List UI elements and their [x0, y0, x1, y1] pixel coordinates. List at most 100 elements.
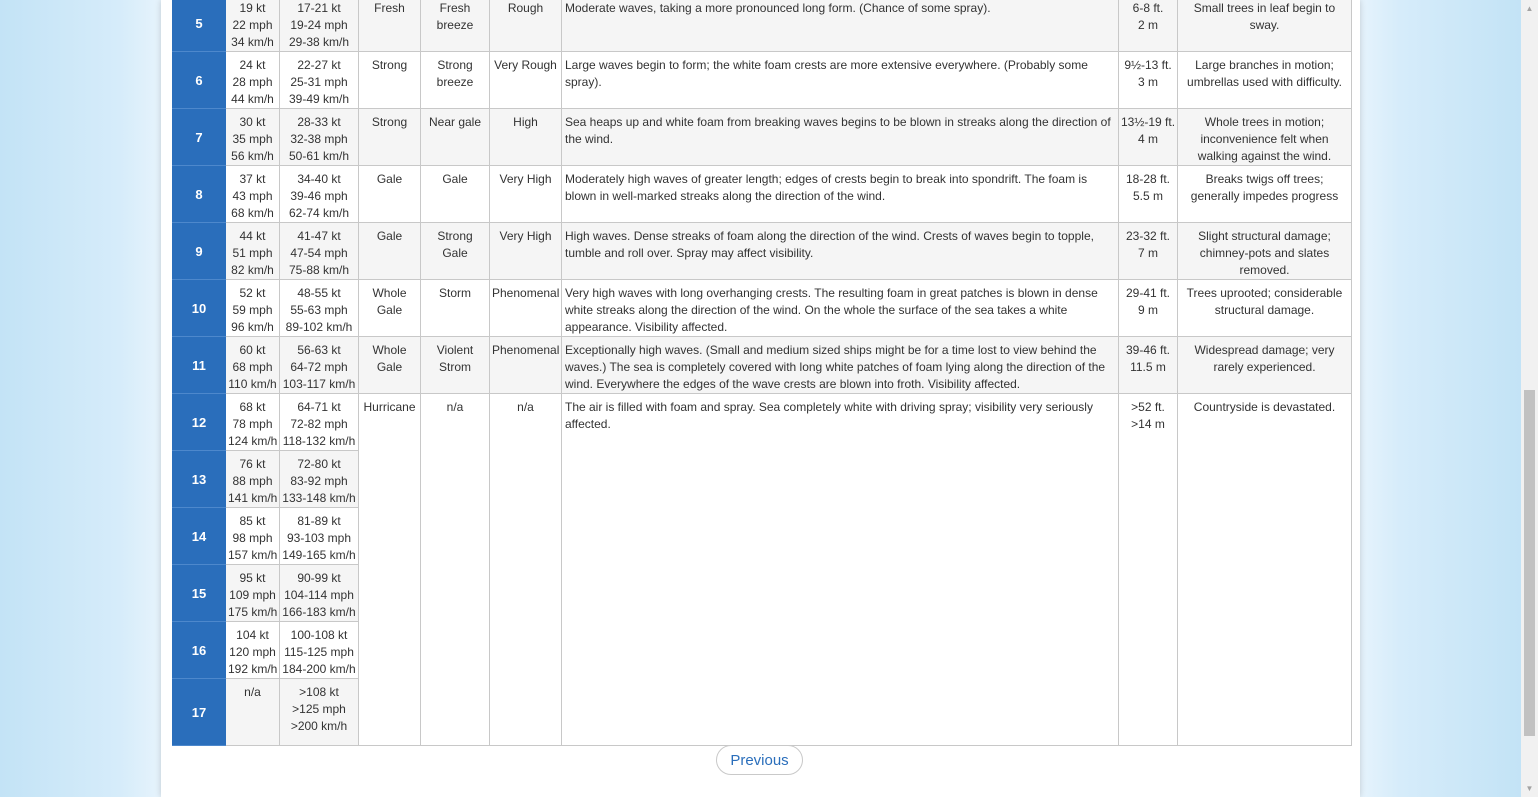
cell-line: 7 m	[1137, 246, 1158, 260]
cell-line: 11.5 m	[1130, 360, 1166, 374]
sea-state-cell: Rough	[489, 0, 562, 52]
cell-line: 81-89 kt	[297, 514, 341, 528]
cell-line: 17-21 kt	[297, 1, 341, 15]
cell-line: 37 kt	[239, 172, 266, 186]
wind-range-cell: 72-80 kt 83-92 mph 133-148 km/h	[279, 450, 359, 508]
cell-line: 43 mph	[232, 189, 273, 203]
cell-line: 93-103 mph	[286, 531, 352, 545]
land-effect-cell: Whole trees in motion; inconvenience fel…	[1177, 108, 1352, 166]
cell-line: 88 mph	[232, 474, 273, 488]
wave-height-cell: 13½-19 ft. 4 m	[1118, 108, 1178, 166]
wind-description-cell: Strong	[358, 51, 421, 109]
wind-range-cell: >108 kt >125 mph >200 km/h	[279, 678, 359, 746]
wind-range-cell: 28-33 kt 32-38 mph 50-61 km/h	[279, 108, 359, 166]
cell-line: 103-117 km/h	[282, 377, 356, 391]
wind-name-cell: Fresh breeze	[420, 0, 490, 52]
cell-line: 56 km/h	[231, 149, 274, 163]
cell-line: 64-71 kt	[297, 400, 341, 414]
cell-line: >125 mph	[292, 702, 346, 716]
cell-line: 133-148 km/h	[282, 491, 356, 505]
cell-line: 22 mph	[232, 18, 273, 32]
wind-name-cell: Near gale	[420, 108, 490, 166]
cell-line: 72-80 kt	[297, 457, 341, 471]
sea-state-cell: Phenomenal	[489, 336, 562, 394]
sea-state-cell: Very High	[489, 222, 562, 280]
sea-state-cell: Very Rough	[489, 51, 562, 109]
wind-speed-cell: 44 kt 51 mph 82 km/h	[225, 222, 280, 280]
cell-line: 6-8 ft.	[1132, 1, 1164, 15]
wind-description-cell: Gale	[358, 165, 421, 223]
previous-button[interactable]: Previous	[716, 745, 803, 775]
cell-line: 44 kt	[239, 229, 266, 243]
cell-line: 115-125 mph	[284, 645, 354, 659]
force-number-cell: 12	[172, 393, 226, 451]
cell-line: 23-32 ft.	[1125, 229, 1171, 243]
cell-line: 166-183 km/h	[282, 605, 356, 619]
land-effect-cell: Small trees in leaf begin to sway.	[1177, 0, 1352, 52]
force-number-cell: 13	[172, 450, 226, 508]
land-effect-cell: Breaks twigs off trees; generally impede…	[1177, 165, 1352, 223]
wave-description-cell: Large waves begin to form; the white foa…	[561, 51, 1119, 109]
wave-height-cell: 6-8 ft. 2 m	[1118, 0, 1178, 52]
cell-line: 44 km/h	[231, 92, 274, 106]
wind-name-cell: Storm	[420, 279, 490, 337]
wave-description-cell: Moderate waves, taking a more pronounced…	[561, 0, 1119, 52]
sea-state-cell: Phenomenal	[489, 279, 562, 337]
wind-range-cell: 41-47 kt 47-54 mph 75-88 km/h	[279, 222, 359, 280]
cell-line: 22-27 kt	[297, 58, 341, 72]
wind-range-cell: 17-21 kt 19-24 mph 29-38 km/h	[279, 0, 359, 52]
cell-line: 29-38 km/h	[288, 35, 350, 49]
wind-speed-cell: 60 kt 68 mph 110 km/h	[225, 336, 280, 394]
force-number-cell: 5	[172, 0, 226, 52]
wind-name-cell: Strong Gale	[420, 222, 490, 280]
cell-line: 100-108 kt	[290, 628, 348, 642]
cell-line: 59 mph	[232, 303, 273, 317]
wave-height-cell: 9½-13 ft. 3 m	[1118, 51, 1178, 109]
cell-line: 51 mph	[232, 246, 273, 260]
wave-description-cell: Very high waves with long overhanging cr…	[561, 279, 1119, 337]
cell-line: 28-33 kt	[297, 115, 341, 129]
cell-line: 64-72 mph	[290, 360, 348, 374]
cell-line: 157 km/h	[228, 548, 278, 562]
cell-line: 24 kt	[239, 58, 266, 72]
wave-height-cell: 23-32 ft. 7 m	[1118, 222, 1178, 280]
force-number-cell: 7	[172, 108, 226, 166]
cell-line: 83-92 mph	[290, 474, 348, 488]
force-number-cell: 9	[172, 222, 226, 280]
land-effect-cell: Large branches in motion; umbrellas used…	[1177, 51, 1352, 109]
scrollbar-thumb[interactable]	[1524, 390, 1535, 736]
table-row: 10 52 kt 59 mph 96 km/h 48-55 kt 55-63 mph 89-…	[172, 279, 1352, 337]
cell-line: 175 km/h	[228, 605, 278, 619]
cell-line: 96 km/h	[231, 320, 274, 334]
wind-range-cell: 48-55 kt 55-63 mph 89-102 km/h	[279, 279, 359, 337]
cell-line: 39-49 km/h	[288, 92, 350, 106]
cell-line: 2 m	[1137, 18, 1158, 32]
wind-speed-cell: 37 kt 43 mph 68 km/h	[225, 165, 280, 223]
scroll-up-arrow-icon[interactable]: ▲	[1521, 0, 1538, 17]
cell-line: 72-82 mph	[290, 417, 348, 431]
cell-line: 192 km/h	[228, 662, 278, 676]
wind-speed-cell: n/a	[225, 678, 280, 746]
cell-line: 9 m	[1137, 303, 1158, 317]
wind-speed-cell: 104 kt 120 mph 192 km/h	[225, 621, 280, 679]
scroll-down-arrow-icon[interactable]: ▼	[1521, 780, 1538, 797]
cell-line: >108 kt	[299, 685, 339, 699]
cell-line: 28 mph	[232, 75, 273, 89]
wave-height-cell: >52 ft. >14 m	[1118, 393, 1178, 746]
wind-speed-cell: 30 kt 35 mph 56 km/h	[225, 108, 280, 166]
cell-line: 34-40 kt	[297, 172, 341, 186]
cell-line: 52 kt	[239, 286, 266, 300]
force-number-cell: 14	[172, 507, 226, 565]
cell-line: 75-88 km/h	[288, 263, 350, 277]
wind-description-cell: Gale	[358, 222, 421, 280]
table-row: 7 30 kt 35 mph 56 km/h 28-33 kt 32-38 mph 50-6…	[172, 108, 1352, 166]
cell-line: 118-132 km/h	[282, 434, 356, 448]
cell-line: 95 kt	[239, 571, 266, 585]
land-effect-cell: Trees uprooted; considerable structural …	[1177, 279, 1352, 337]
cell-line: 48-55 kt	[297, 286, 341, 300]
cell-line: >52 ft.	[1131, 400, 1165, 414]
force-number-cell: 17	[172, 678, 226, 746]
wave-height-cell: 39-46 ft. 11.5 m	[1118, 336, 1178, 394]
cell-line: 82 km/h	[231, 263, 274, 277]
vertical-scrollbar[interactable]: ▲ ▼	[1521, 0, 1538, 797]
